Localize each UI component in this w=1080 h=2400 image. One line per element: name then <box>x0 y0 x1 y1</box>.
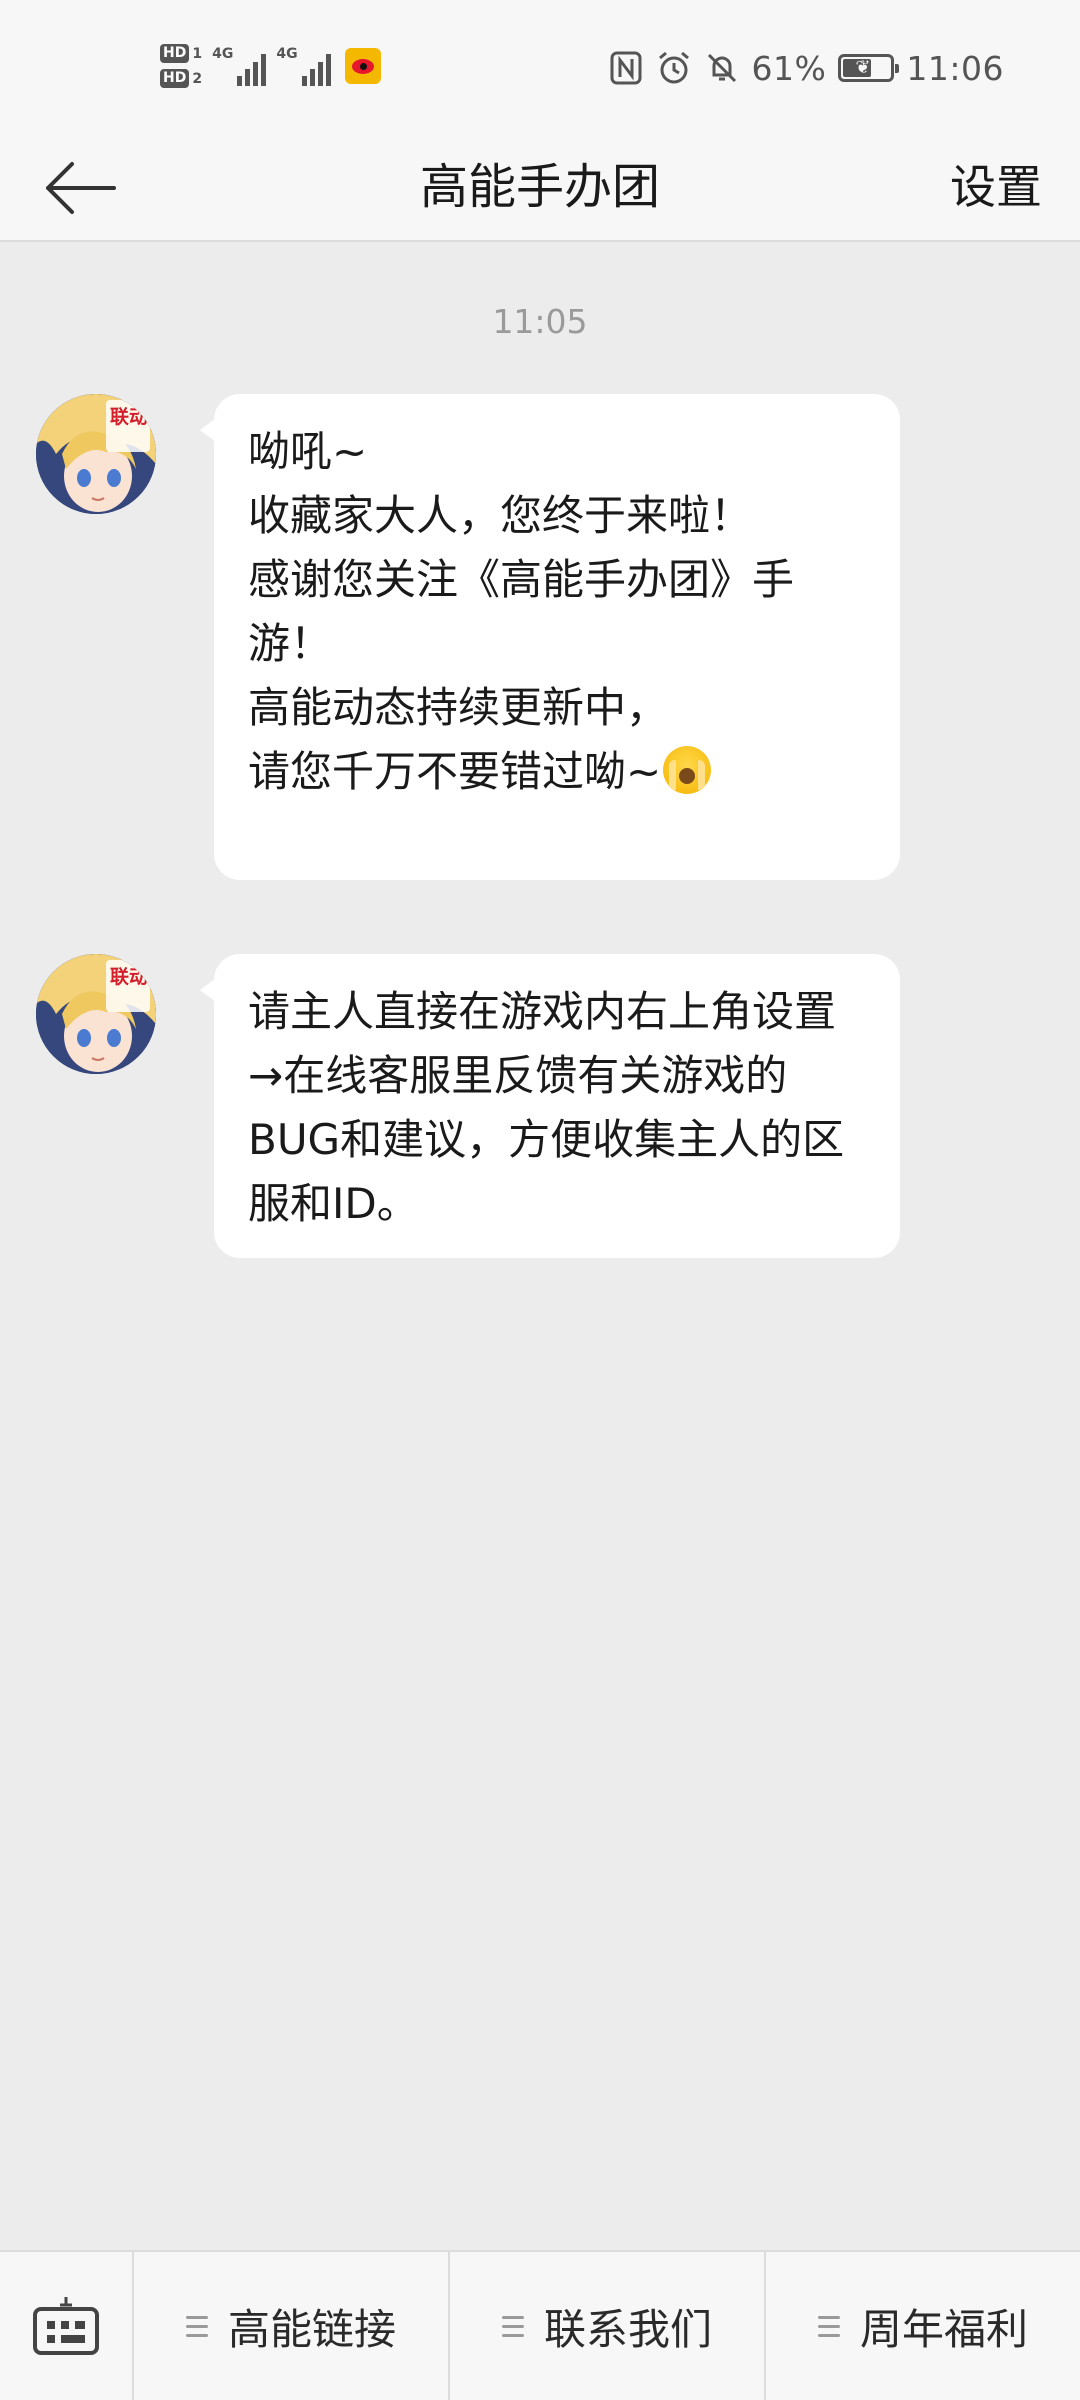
nfc-icon <box>608 50 644 86</box>
clock: 11:06 <box>906 48 1004 88</box>
nav-header: 高能手办团 设置 <box>0 132 1080 242</box>
message-row: 联动 请主人直接在游戏内右上角设置→在线客服里反馈有关游戏的BUG和建议，方便收… <box>36 954 900 1258</box>
menu-icon <box>501 2315 524 2337</box>
mute-icon <box>704 50 740 86</box>
settings-button[interactable]: 设置 <box>950 132 1042 242</box>
network-type: 4G <box>276 46 298 62</box>
alarm-icon <box>656 50 692 86</box>
menu-icon <box>817 2315 840 2337</box>
message-timestamp: 11:05 <box>492 302 588 341</box>
menu-item-label: 周年福利 <box>859 2304 1028 2354</box>
menu-item-label: 高能链接 <box>227 2304 396 2354</box>
message-text: 请主人直接在游戏内右上角设置→在线客服里反馈有关游戏的BUG和建议，方便收集主人… <box>248 987 845 1228</box>
message-bubble[interactable]: 呦吼~ 收藏家大人，您终于来啦！ 感谢您关注《高能手办团》手游！ 高能动态持续更… <box>200 394 900 880</box>
avatar-badge: 联动 <box>110 406 149 428</box>
status-right: 61% ❦ 11:06 <box>608 40 1004 96</box>
battery-icon: ❦ <box>838 54 900 82</box>
bottom-menu: 高能链接 联系我们 周年福利 <box>0 2250 1080 2400</box>
leaf-icon: ❦ <box>855 57 871 78</box>
network-type: 4G <box>212 46 234 62</box>
menu-item-contact[interactable]: 联系我们 <box>450 2252 766 2400</box>
menu-item-label: 联系我们 <box>543 2304 712 2354</box>
message-bubble[interactable]: 请主人直接在游戏内右上角设置→在线客服里反馈有关游戏的BUG和建议，方便收集主人… <box>200 954 900 1258</box>
hd-badge: HD <box>160 69 190 88</box>
keyboard-icon <box>33 2297 99 2355</box>
menu-item-anniversary[interactable]: 周年福利 <box>766 2252 1080 2400</box>
signal-icon: 4G <box>276 46 331 86</box>
weibo-icon <box>344 48 381 84</box>
sim-indicators: HD 1 HD 2 <box>160 44 202 88</box>
hd-badge: HD <box>160 44 190 63</box>
avatar[interactable]: 联动 <box>36 954 156 1074</box>
smiling-face-icon <box>663 746 712 794</box>
message-row: 联动 呦吼~ 收藏家大人，您终于来啦！ 感谢您关注《高能手办团》手游！ 高能动态… <box>36 394 900 880</box>
avatar-badge: 联动 <box>110 966 149 988</box>
menu-icon <box>185 2315 208 2337</box>
page-title: 高能手办团 <box>419 159 660 215</box>
status-left: HD 1 HD 2 4G 4G <box>160 38 381 94</box>
message-text: 呦吼~ 收藏家大人，您终于来啦！ 感谢您关注《高能手办团》手游！ 高能动态持续更… <box>248 427 795 796</box>
signal-icon: 4G <box>212 46 267 86</box>
avatar[interactable]: 联动 <box>36 394 156 514</box>
menu-item-links[interactable]: 高能链接 <box>134 2252 450 2400</box>
sim-number: 2 <box>192 70 203 87</box>
status-bar: HD 1 HD 2 4G 4G 61% ❦ 11:06 <box>0 0 1080 132</box>
sim-number: 1 <box>192 45 203 62</box>
battery-percent: 61% <box>751 48 827 88</box>
keyboard-toggle-button[interactable] <box>0 2252 134 2400</box>
